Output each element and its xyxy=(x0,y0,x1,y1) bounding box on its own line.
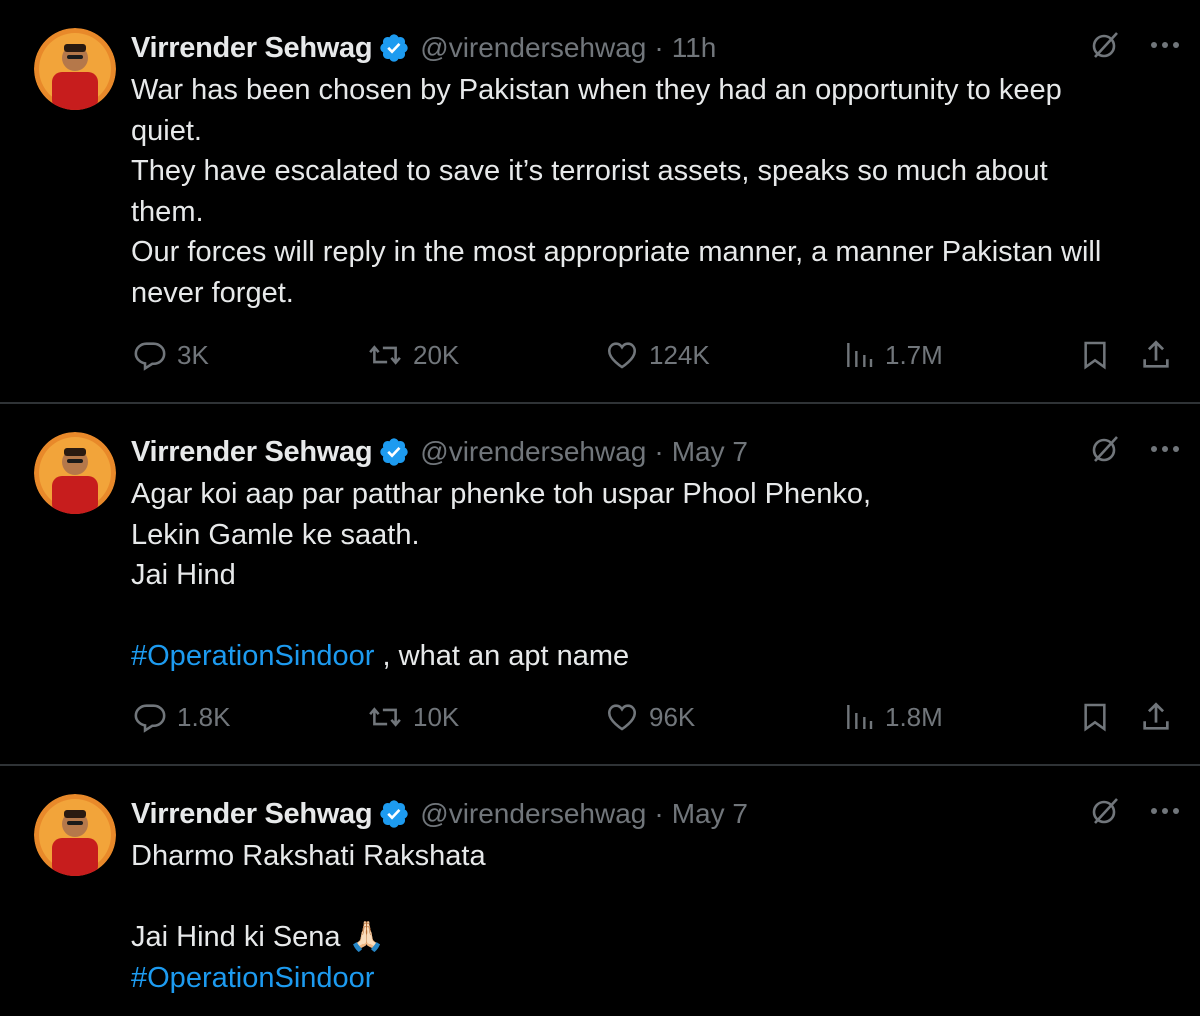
author-name[interactable]: Virrender Sehwag xyxy=(131,32,373,65)
tweet[interactable]: Virrender Sehwag @virendersehwag · 11h W… xyxy=(0,0,1200,404)
reply-icon xyxy=(133,700,167,734)
views-button[interactable]: 1.8M xyxy=(843,700,943,734)
repost-button[interactable]: 10K xyxy=(367,700,459,734)
author-handle[interactable]: @virendersehwag xyxy=(420,32,646,64)
tweet-line: them. xyxy=(131,195,204,228)
more-icon[interactable] xyxy=(1150,807,1180,815)
tweet-text: Agar koi aap par patthar phenke toh uspa… xyxy=(131,474,1180,677)
timestamp[interactable]: May 7 xyxy=(672,798,748,830)
repost-button[interactable]: 20K xyxy=(367,338,459,372)
author-handle[interactable]: @virendersehwag xyxy=(420,436,646,468)
tweet-line: Jai Hind ki Sena 🙏🏻 xyxy=(131,921,385,953)
hashtag-link[interactable]: #OperationSindoor xyxy=(131,962,374,994)
verified-badge-icon xyxy=(378,798,410,830)
like-icon xyxy=(605,700,639,734)
separator: · xyxy=(654,32,664,63)
tweet-top-icons xyxy=(1090,30,1180,60)
repost-icon xyxy=(367,338,403,372)
share-icon xyxy=(1139,338,1173,372)
tweet-line: never forget. xyxy=(131,276,294,309)
tweet-line: , what an apt name xyxy=(374,640,630,672)
views-button[interactable]: 1.7M xyxy=(843,338,943,372)
tweet-line: Our forces will reply in the most approp… xyxy=(131,236,1102,268)
tweet-top-icons xyxy=(1090,796,1180,826)
reply-count: 3K xyxy=(177,339,209,370)
grok-icon[interactable] xyxy=(1090,796,1120,826)
tweet-line: Agar koi aap par patthar phenke toh uspa… xyxy=(131,478,872,510)
timestamp[interactable]: 11h xyxy=(672,32,717,64)
share-icon xyxy=(1139,700,1173,734)
tweet-line: Jai Hind xyxy=(131,559,236,591)
views-icon xyxy=(843,700,875,734)
like-count: 96K xyxy=(649,701,696,732)
tweet-header: Virrender Sehwag @virendersehwag · May 7 xyxy=(131,430,1180,474)
reply-button[interactable]: 3K xyxy=(133,338,209,372)
author-handle[interactable]: @virendersehwag xyxy=(420,798,646,830)
tweet-actions: 3K 20K 124K 1.7M xyxy=(131,338,1180,378)
tweet[interactable]: Virrender Sehwag @virendersehwag · May 7… xyxy=(0,404,1200,766)
repost-icon xyxy=(367,700,403,734)
verified-badge-icon xyxy=(378,32,410,64)
grok-icon[interactable] xyxy=(1090,434,1120,464)
share-button[interactable] xyxy=(1139,338,1173,372)
tweet-line: Dharmo Rakshati Rakshata xyxy=(131,840,486,872)
tweet-content: Virrender Sehwag @virendersehwag · May 7… xyxy=(131,430,1180,677)
like-icon xyxy=(605,338,639,372)
tweet-actions: 1.8K 10K 96K 1.8M xyxy=(131,700,1180,740)
views-icon xyxy=(843,338,875,372)
author-name[interactable]: Virrender Sehwag xyxy=(131,436,373,469)
tweet-header: Virrender Sehwag @virendersehwag · May 7 xyxy=(131,792,1180,836)
grok-icon[interactable] xyxy=(1090,30,1120,60)
tweet-line: quiet. xyxy=(131,114,202,147)
reply-icon xyxy=(133,338,167,372)
more-icon[interactable] xyxy=(1150,445,1180,453)
separator: · xyxy=(654,798,664,829)
tweet-content: Virrender Sehwag @virendersehwag · 11h W… xyxy=(131,26,1180,313)
reply-button[interactable]: 1.8K xyxy=(133,700,231,734)
views-count: 1.8M xyxy=(885,701,943,732)
reply-count: 1.8K xyxy=(177,701,231,732)
avatar[interactable] xyxy=(34,794,116,876)
tweet-line: They have escalated to save it’s terrori… xyxy=(131,155,1048,187)
timestamp[interactable]: May 7 xyxy=(672,436,748,468)
bookmark-icon xyxy=(1079,700,1111,734)
tweet-content: Virrender Sehwag @virendersehwag · May 7… xyxy=(131,792,1180,998)
tweet-top-icons xyxy=(1090,434,1180,464)
separator: · xyxy=(654,436,664,467)
tweet-feed: Virrender Sehwag @virendersehwag · 11h W… xyxy=(0,0,1200,1016)
author-name[interactable]: Virrender Sehwag xyxy=(131,798,373,831)
views-count: 1.7M xyxy=(885,339,943,370)
bookmark-icon xyxy=(1079,338,1111,372)
tweet[interactable]: Virrender Sehwag @virendersehwag · May 7… xyxy=(0,766,1200,1016)
tweet-text: War has been chosen by Pakistan when the… xyxy=(131,70,1180,313)
hashtag-link[interactable]: #OperationSindoor xyxy=(131,640,374,672)
like-button[interactable]: 96K xyxy=(605,700,695,734)
tweet-header: Virrender Sehwag @virendersehwag · 11h xyxy=(131,26,1180,70)
avatar[interactable] xyxy=(34,432,116,514)
bookmark-button[interactable] xyxy=(1079,700,1111,734)
verified-badge-icon xyxy=(378,436,410,468)
bookmark-button[interactable] xyxy=(1079,338,1111,372)
like-button[interactable]: 124K xyxy=(605,338,710,372)
tweet-line: War has been chosen by Pakistan when the… xyxy=(131,74,1062,106)
share-button[interactable] xyxy=(1139,700,1173,734)
tweet-text: Dharmo Rakshati Rakshata Jai Hind ki Sen… xyxy=(131,836,1180,998)
repost-count: 20K xyxy=(413,339,460,370)
like-count: 124K xyxy=(649,339,710,370)
more-icon[interactable] xyxy=(1150,41,1180,49)
repost-count: 10K xyxy=(413,701,460,732)
avatar[interactable] xyxy=(34,28,116,110)
tweet-line: Lekin Gamle ke saath. xyxy=(131,518,420,551)
